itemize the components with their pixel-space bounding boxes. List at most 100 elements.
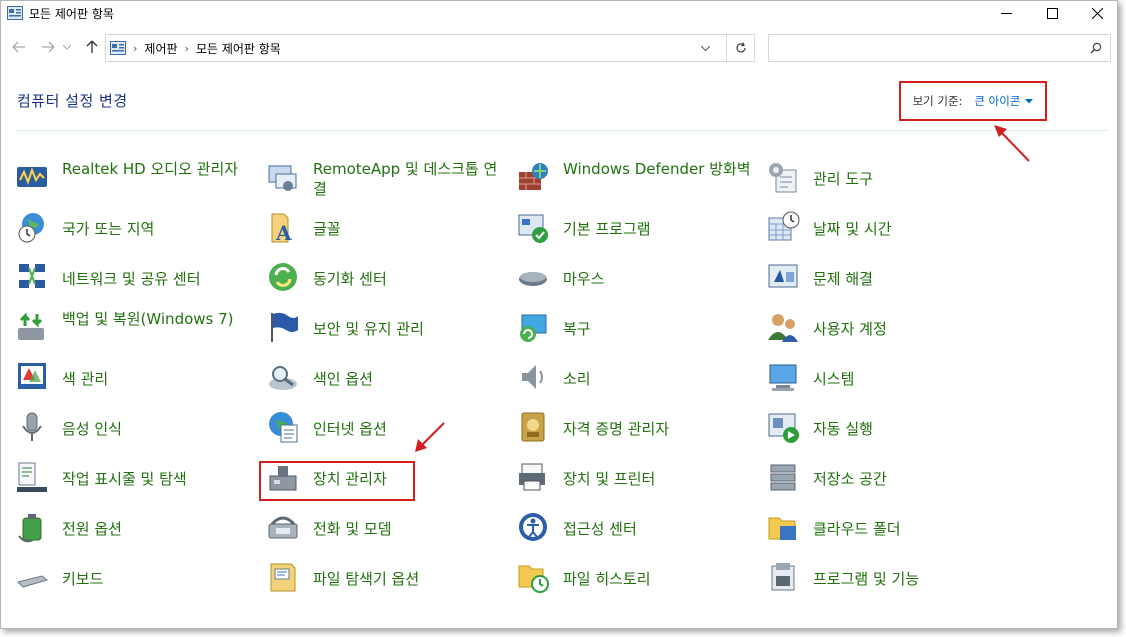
- control-panel-item-label: 관리 도구: [813, 170, 873, 188]
- microphone-icon: [22, 412, 42, 441]
- control-panel-item[interactable]: 백업 및 복원(Windows 7): [15, 304, 255, 350]
- control-panel-item[interactable]: RemoteApp 및 데스크톱 연결: [266, 154, 506, 200]
- control-panel-item[interactable]: 소리: [516, 354, 756, 400]
- security-flag-icon: [271, 312, 298, 342]
- chevron-right-icon: ›: [133, 41, 138, 55]
- firewall-icon: [519, 163, 548, 190]
- view-by-control[interactable]: 보기 기준: 큰 아이콘: [899, 81, 1047, 121]
- control-panel-item[interactable]: 프로그램 및 기능: [766, 554, 1006, 600]
- control-panel-item[interactable]: 자격 증명 관리자: [516, 404, 756, 450]
- view-by-dropdown[interactable]: 큰 아이콘: [974, 93, 1020, 109]
- control-panel-item[interactable]: 작업 표시줄 및 탐색: [15, 454, 255, 500]
- close-button[interactable]: [1074, 1, 1117, 25]
- up-button[interactable]: [83, 38, 101, 56]
- title-bar: 모든 제어판 항목: [1, 1, 1117, 25]
- control-panel-item[interactable]: 관리 도구: [766, 154, 1006, 200]
- control-panel-item[interactable]: 파일 탐색기 옵션: [266, 554, 506, 600]
- control-panel-item[interactable]: A 글꼴: [266, 204, 506, 250]
- breadcrumb-control-panel[interactable]: 제어판: [144, 40, 177, 57]
- control-panel-item[interactable]: 음성 인식: [15, 404, 255, 450]
- window-title: 모든 제어판 항목: [29, 6, 114, 21]
- control-panel-item-label: 키보드: [62, 570, 104, 588]
- control-panel-item[interactable]: 전화 및 모뎀: [266, 504, 506, 550]
- control-panel-item[interactable]: 국가 또는 지역: [15, 204, 255, 250]
- control-panel-icon: [7, 6, 23, 20]
- control-panel-item[interactable]: 색 관리: [15, 354, 255, 400]
- recent-locations-button[interactable]: [61, 38, 73, 56]
- control-panel-item-label: 프로그램 및 기능: [813, 570, 920, 588]
- control-panel-item[interactable]: 전원 옵션: [15, 504, 255, 550]
- close-icon: [1091, 7, 1103, 19]
- internet-options-icon: [269, 412, 298, 443]
- search-icon: [1090, 42, 1102, 54]
- taskbar-icon: [17, 462, 47, 492]
- control-panel-item-label: 사용자 계정: [813, 320, 887, 338]
- caret-down-icon: [1025, 98, 1034, 103]
- color-management-icon: [18, 363, 46, 389]
- control-panel-item[interactable]: 색인 옵션: [266, 354, 506, 400]
- minimize-button[interactable]: [983, 1, 1029, 25]
- control-panel-item[interactable]: Windows Defender 방화벽: [516, 154, 756, 200]
- page-title: 컴퓨터 설정 변경: [17, 92, 128, 110]
- admin-tools-icon: [769, 163, 797, 193]
- forward-button[interactable]: [39, 38, 57, 56]
- control-panel-item-label: 시스템: [813, 370, 855, 388]
- control-panel-item-label: 색 관리: [62, 370, 109, 388]
- keyboard-icon: [17, 575, 49, 588]
- autoplay-icon: [768, 413, 799, 443]
- refresh-icon: [735, 42, 746, 53]
- breadcrumb-all-items[interactable]: 모든 제어판 항목: [196, 40, 281, 57]
- region-icon: [18, 213, 44, 243]
- svg-text:A: A: [275, 221, 292, 244]
- storage-icon: [770, 464, 796, 491]
- control-panel-item[interactable]: 시스템: [766, 354, 1006, 400]
- back-button[interactable]: [10, 38, 28, 56]
- realtek-audio-icon: [17, 167, 47, 187]
- control-panel-item[interactable]: 기본 프로그램: [516, 204, 756, 250]
- control-panel-item[interactable]: 보안 및 유지 관리: [266, 304, 506, 350]
- address-bar[interactable]: › 제어판 › 모든 제어판 항목: [105, 34, 755, 62]
- control-panel-window: 모든 제어판 항목 › 제어판 › 모든 제어판 항목 컴퓨터 설정 변경 보기…: [0, 0, 1118, 629]
- indexing-icon: [269, 366, 297, 390]
- control-panel-item[interactable]: 장치 및 프린터: [516, 454, 756, 500]
- navigation-bar: › 제어판 › 모든 제어판 항목: [1, 32, 1117, 62]
- control-panel-item[interactable]: 마우스: [516, 254, 756, 300]
- search-input[interactable]: [768, 34, 1111, 62]
- fonts-icon: A: [271, 213, 292, 244]
- sync-icon: [269, 263, 297, 291]
- system-icon: [769, 364, 797, 391]
- date-time-icon: [768, 211, 800, 241]
- control-panel-item[interactable]: 접근성 센터: [516, 504, 756, 550]
- control-panel-item[interactable]: 저장소 공간: [766, 454, 1006, 500]
- control-panel-item[interactable]: 자동 실행: [766, 404, 1006, 450]
- control-panel-item[interactable]: 복구: [516, 304, 756, 350]
- control-panel-item[interactable]: 사용자 계정: [766, 304, 1006, 350]
- backup-icon: [18, 312, 44, 340]
- mouse-icon: [519, 272, 547, 286]
- file-history-icon: [518, 565, 549, 593]
- control-panel-item-label: 색인 옵션: [313, 370, 373, 388]
- refresh-button[interactable]: [726, 35, 754, 61]
- control-panel-item[interactable]: 클라우드 폴더: [766, 504, 1006, 550]
- control-panel-item-label: 작업 표시줄 및 탐색: [62, 470, 187, 488]
- control-panel-item[interactable]: 키보드: [15, 554, 255, 600]
- control-panel-item-label: 인터넷 옵션: [313, 420, 387, 438]
- control-panel-item-label: Realtek HD 오디오 관리자: [62, 160, 239, 178]
- control-panel-item[interactable]: 인터넷 옵션: [266, 404, 506, 450]
- troubleshoot-icon: [768, 264, 798, 288]
- cloud-folder-icon: [768, 517, 796, 540]
- maximize-icon: [1046, 7, 1058, 19]
- control-panel-item-label: 전원 옵션: [62, 520, 122, 538]
- control-panel-item[interactable]: Realtek HD 오디오 관리자: [15, 154, 255, 200]
- control-panel-item-label: 날짜 및 시간: [813, 220, 892, 238]
- control-panel-item[interactable]: 날짜 및 시간: [766, 204, 1006, 250]
- control-panel-item[interactable]: 네트워크 및 공유 센터: [15, 254, 255, 300]
- address-dropdown-button[interactable]: [692, 35, 718, 61]
- control-panel-item[interactable]: 파일 히스토리: [516, 554, 756, 600]
- maximize-button[interactable]: [1029, 1, 1075, 25]
- arrow-left-icon: [12, 41, 25, 53]
- control-panel-item[interactable]: 동기화 센터: [266, 254, 506, 300]
- control-panel-item-label: 국가 또는 지역: [62, 220, 155, 238]
- control-panel-item[interactable]: 문제 해결: [766, 254, 1006, 300]
- minimize-icon: [1000, 12, 1012, 14]
